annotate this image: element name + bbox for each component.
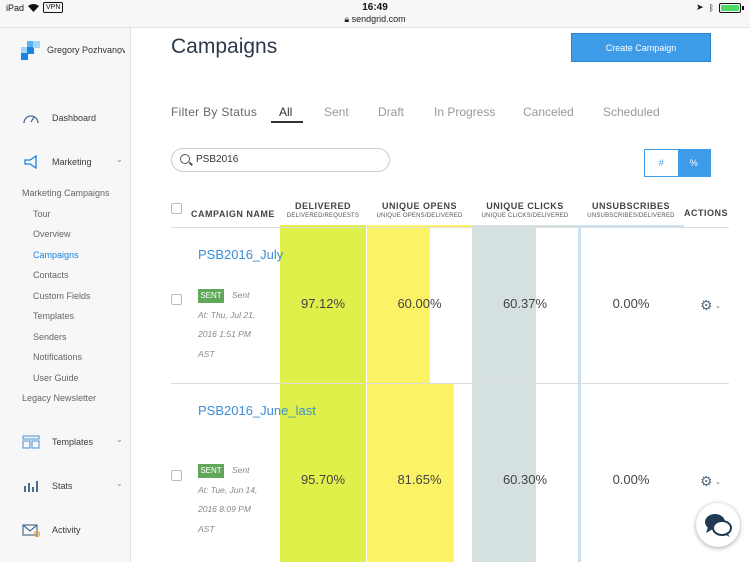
activity-icon [22, 524, 40, 537]
row-checkbox[interactable] [171, 470, 182, 481]
ios-status-bar: iPad VPN 16:49 🔒︎ sendgrid.com ➤ ᛒ [0, 0, 750, 28]
status-time: 16:49 [362, 2, 388, 13]
col-header-campaign-name[interactable]: CAMPAIGN NAME [191, 209, 275, 219]
sidebar-item-templates[interactable]: Templates [33, 311, 74, 321]
templates-chevron-icon[interactable]: ⌄ [116, 435, 123, 444]
actions-chevron-icon[interactable]: ⌄ [715, 478, 721, 486]
sent-at-text: Sent At: Tue, Jun 14, 2016 8:09 PM AST [198, 465, 258, 534]
chat-support-button[interactable] [696, 503, 740, 547]
battery-icon [719, 2, 741, 13]
clicks-value: 60.37% [502, 296, 548, 311]
sidebar-item-activity[interactable]: Activity [22, 523, 81, 537]
sidebar-item-campaigns[interactable]: Campaigns [33, 250, 79, 260]
clicks-value: 60.30% [502, 472, 548, 487]
stats-chevron-icon[interactable]: ⌄ [116, 479, 123, 488]
gear-icon[interactable]: ⚙ [700, 473, 713, 490]
sendgrid-logo-icon [21, 41, 40, 60]
search-input[interactable]: PSB2016 [171, 148, 390, 172]
url-text: sendgrid.com [351, 14, 406, 24]
sidebar-item-tour[interactable]: Tour [33, 209, 51, 219]
account-name: Gregory Pozhvanov [47, 45, 125, 55]
battery-tip [742, 5, 744, 10]
chat-bubbles-icon [705, 514, 732, 537]
lock-icon: 🔒︎ [344, 14, 350, 24]
col-subheader-unique-opens: UNIQUE OPENS/DELIVERED [376, 213, 463, 219]
col-header-unique-clicks[interactable]: UNIQUE CLICKS [472, 201, 578, 211]
url-bar[interactable]: 🔒︎ sendgrid.com [0, 14, 750, 25]
sidebar-item-label: Activity [52, 525, 81, 535]
row-divider [171, 383, 729, 384]
sidebar-item-contacts[interactable]: Contacts [33, 270, 69, 280]
sidebar-item-label: Templates [52, 437, 94, 447]
active-filter-underline [271, 121, 303, 123]
sidebar-item-legacy-newsletter[interactable]: Legacy Newsletter [22, 393, 96, 403]
sent-at-text: Sent At: Thu, Jul 21, 2016 1:51 PM AST [198, 290, 256, 359]
filter-tab-draft[interactable]: Draft [378, 105, 404, 119]
campaign-name-link[interactable]: PSB2016_July [198, 245, 283, 265]
search-value: PSB2016 [196, 154, 239, 165]
unsubs-value: 0.00% [612, 472, 650, 487]
col-header-unsubscribes[interactable]: UNSUBSCRIBES [578, 201, 684, 211]
toggle-count-button[interactable]: # [645, 150, 678, 176]
sidebar-item-templates-main[interactable]: Templates [22, 435, 93, 449]
page-title: Campaigns [171, 35, 278, 58]
filter-tab-in-progress[interactable]: In Progress [434, 105, 495, 119]
location-icon: ➤ [696, 2, 704, 12]
sidebar-item-notifications[interactable]: Notifications [33, 352, 82, 362]
filter-tab-sent[interactable]: Sent [324, 105, 349, 119]
sidebar-item-stats[interactable]: Stats [22, 479, 73, 493]
search-icon [180, 154, 190, 164]
filter-tab-canceled[interactable]: Canceled [523, 105, 574, 119]
opens-value: 81.65% [397, 472, 442, 487]
sidebar-item-label: Dashboard [52, 113, 97, 123]
col-subheader-unique-clicks: UNIQUE CLICKS/DELIVERED [481, 213, 569, 219]
sidebar-item-overview[interactable]: Overview [33, 229, 71, 239]
delivered-value: 95.70% [300, 472, 346, 487]
sidebar-item-marketing[interactable]: Marketing [22, 155, 92, 169]
toggle-percent-button[interactable]: % [677, 150, 710, 176]
filter-tab-scheduled[interactable]: Scheduled [603, 105, 660, 119]
header-divider [171, 227, 729, 228]
sidebar-item-label: Stats [52, 481, 73, 491]
col-header-unique-opens[interactable]: UNIQUE OPENS [367, 201, 472, 211]
sidebar: Gregory Pozhvanov ⌄ Dashboard Marketing … [0, 28, 131, 562]
sidebar-item-senders[interactable]: Senders [33, 332, 67, 342]
sidebar-item-custom-fields[interactable]: Custom Fields [33, 291, 91, 301]
account-chevron-icon[interactable]: ⌄ [116, 47, 123, 56]
delivered-value: 97.12% [300, 296, 346, 311]
bluetooth-icon: ᛒ [708, 2, 714, 13]
gear-icon[interactable]: ⚙ [700, 297, 713, 314]
col-header-delivered[interactable]: DELIVERED [280, 201, 366, 211]
campaign-name-link[interactable]: PSB2016_June_last [198, 401, 316, 421]
create-campaign-button[interactable]: Create Campaign [571, 33, 711, 62]
sidebar-section-title[interactable]: Marketing Campaigns [22, 188, 110, 198]
gauge-icon [23, 115, 39, 124]
stats-icon [24, 481, 38, 492]
filter-tab-all[interactable]: All [279, 105, 292, 119]
col-subheader-delivered: DELIVERED/REQUESTS [286, 213, 360, 219]
status-right: ➤ ᛒ [696, 2, 744, 13]
filter-label: Filter By Status [171, 105, 258, 119]
templates-icon [22, 435, 40, 449]
count-percent-toggle: # % [644, 149, 711, 177]
sidebar-item-label: Marketing [52, 157, 92, 167]
actions-chevron-icon[interactable]: ⌄ [715, 302, 721, 310]
megaphone-icon [24, 155, 37, 169]
opens-value: 60.00% [397, 296, 442, 311]
sidebar-item-dashboard[interactable]: Dashboard [22, 111, 96, 125]
marketing-chevron-icon[interactable]: ⌄ [116, 155, 123, 164]
sidebar-item-user-guide[interactable]: User Guide [33, 373, 79, 383]
select-all-checkbox[interactable] [171, 203, 182, 214]
unsubs-value: 0.00% [612, 296, 650, 311]
col-header-actions: ACTIONS [684, 208, 728, 218]
account-switcher[interactable]: Gregory Pozhvanov [21, 41, 125, 60]
row-checkbox[interactable] [171, 294, 182, 305]
col-subheader-unsubscribes: UNSUBSCRIBES/DELIVERED [587, 213, 675, 219]
